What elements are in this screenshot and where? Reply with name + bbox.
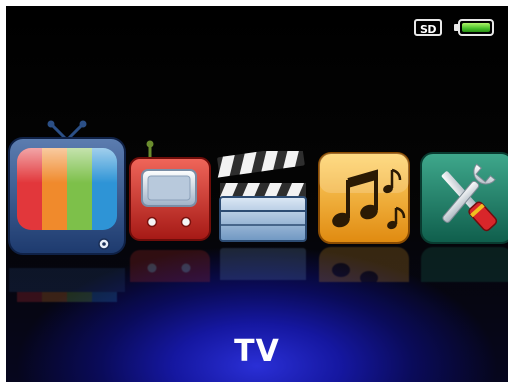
tv-reflection [8, 262, 126, 302]
radio-icon [129, 140, 211, 241]
tv-icon [8, 120, 126, 255]
video-reflection [216, 246, 310, 280]
video-clapperboard-icon [217, 145, 307, 242]
menu-item-radio[interactable] [128, 140, 212, 244]
menu-item-tv[interactable] [8, 118, 126, 260]
menu-item-settings[interactable] [420, 152, 508, 244]
radio-reflection [128, 246, 212, 282]
music-reflection [318, 246, 410, 282]
settings-reflection [420, 246, 508, 282]
menu-item-video[interactable] [216, 145, 310, 243]
settings-tools-icon [420, 152, 508, 244]
menu-item-music[interactable] [318, 152, 410, 244]
music-notes-icon [318, 152, 410, 244]
device-screen: SD TV [6, 6, 508, 382]
selected-item-title: TV [234, 334, 280, 369]
main-menu [6, 6, 508, 306]
